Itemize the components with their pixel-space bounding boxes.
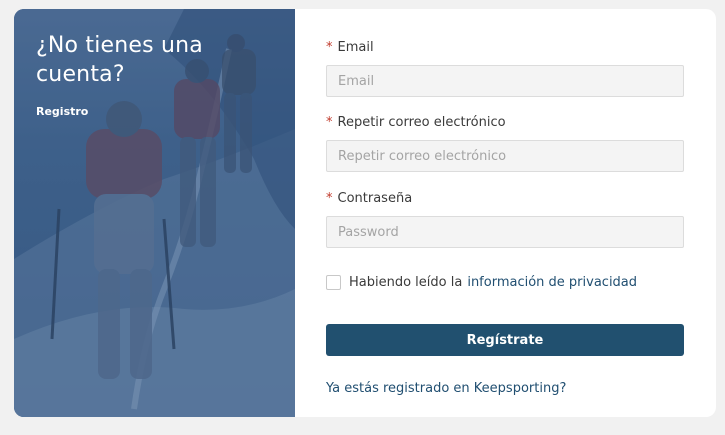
email-label: * Email [326,40,374,55]
required-mark: * [326,115,333,130]
password-label-text: Contraseña [337,191,413,206]
hero-title: ¿No tienes una cuenta? [36,33,203,87]
password-label: * Contraseña [326,191,412,206]
required-mark: * [326,40,333,55]
required-mark: * [326,191,333,206]
register-submit-button[interactable]: Regístrate [326,324,684,356]
register-card: ¿No tienes una cuenta? Registro * Email *… [14,9,716,417]
password-input[interactable] [326,216,684,248]
repeat-email-label: * Repetir correo electrónico [326,115,506,130]
privacy-text: Habiendo leído la [349,274,463,290]
privacy-consent-row: Habiendo leído la información de privaci… [326,273,637,291]
repeat-email-label-text: Repetir correo electrónico [337,115,506,130]
hero-panel: ¿No tienes una cuenta? Registro [14,9,295,417]
email-input[interactable] [326,65,684,97]
register-link[interactable]: Registro [36,105,88,118]
email-label-text: Email [337,40,374,55]
privacy-info-link[interactable]: información de privacidad [467,275,637,290]
repeat-email-input[interactable] [326,140,684,172]
privacy-checkbox[interactable] [326,274,341,290]
register-form: * Email * Repetir correo electrónico * Cont… [326,9,684,417]
already-registered-link[interactable]: Ya estás registrado en Keepsporting? [326,381,566,396]
